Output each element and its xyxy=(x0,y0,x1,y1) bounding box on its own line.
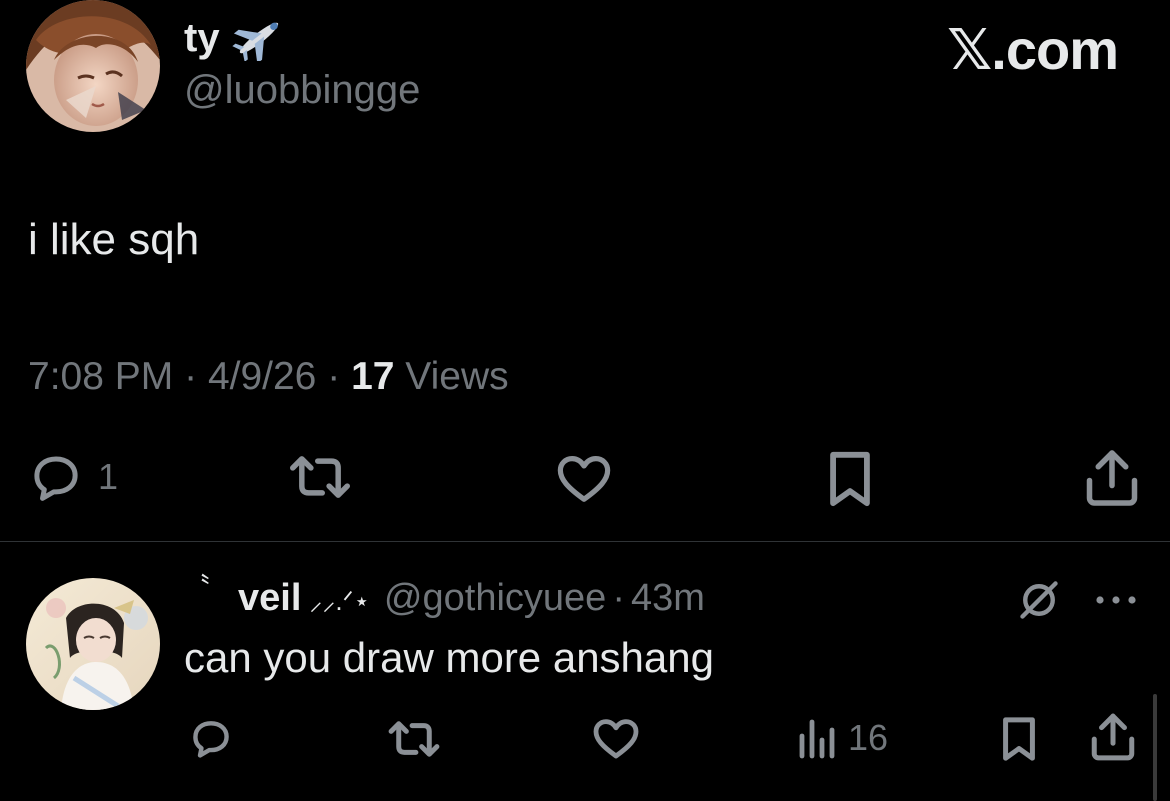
x-brand-logo: 𝕏.com xyxy=(947,18,1119,81)
author-handle[interactable]: @luobbingge xyxy=(184,66,420,114)
tweet-date[interactable]: 4/9/26 xyxy=(208,355,316,398)
reply-text: can you draw more anshang xyxy=(184,634,714,681)
avatar-illustration xyxy=(26,578,160,710)
reply-name-decoration: ⸝⸝.ᐟ⋆ xyxy=(309,586,370,616)
share-icon xyxy=(1091,713,1135,761)
reply-bookmark-button[interactable] xyxy=(998,716,1040,762)
reply-icon xyxy=(34,456,78,501)
more-dots-icon xyxy=(1096,596,1136,604)
bookmark-icon xyxy=(1003,717,1035,761)
reply-count: 1 xyxy=(98,456,119,497)
grok-icon xyxy=(1020,581,1058,619)
more-options-button[interactable] xyxy=(1094,594,1138,606)
reply-author-name[interactable]: veil xyxy=(238,574,301,622)
tweet-text: i like sqh xyxy=(28,215,200,264)
views-chart-icon xyxy=(799,719,835,759)
meta-separator: · xyxy=(327,355,341,398)
divider xyxy=(0,541,1170,542)
reply-button[interactable]: 1 xyxy=(26,450,118,504)
scrollbar[interactable] xyxy=(1153,694,1157,801)
reply-views-button[interactable]: 16 xyxy=(796,716,888,760)
airplane-icon xyxy=(231,22,278,61)
reply-icon xyxy=(193,721,229,758)
bookmark-icon xyxy=(830,451,870,507)
reply-header: 〝 veil ⸝⸝.ᐟ⋆ @gothicyuee · 43m xyxy=(184,572,705,625)
avatar-illustration xyxy=(26,0,160,132)
meta-separator: · xyxy=(184,355,198,398)
heart-icon xyxy=(557,456,611,502)
author-name-text: ty xyxy=(184,16,220,60)
retweet-icon xyxy=(388,721,440,757)
author-display-name[interactable]: ty xyxy=(184,14,286,62)
reply-author-avatar[interactable] xyxy=(26,578,160,710)
reply-author-handle[interactable]: @gothicyuee xyxy=(384,574,606,622)
author-avatar[interactable] xyxy=(26,0,160,132)
bookmark-button[interactable] xyxy=(824,450,876,508)
tweet-meta: 7:08 PM · 4/9/26 · 17 Views xyxy=(28,352,509,402)
views-count: 17 xyxy=(351,355,395,398)
retweet-icon xyxy=(290,456,350,498)
like-button[interactable] xyxy=(554,452,614,504)
reply-views-count: 16 xyxy=(848,717,889,758)
retweet-button[interactable] xyxy=(286,452,354,502)
reply-reply-button[interactable] xyxy=(186,716,236,760)
reply-like-button[interactable] xyxy=(590,716,642,760)
reply-separator: · xyxy=(612,577,625,619)
share-icon xyxy=(1086,450,1138,506)
reply-share-button[interactable] xyxy=(1090,712,1136,762)
heart-icon xyxy=(593,719,639,759)
reply-prefix-mark: 〝 xyxy=(184,572,211,602)
share-button[interactable] xyxy=(1084,448,1140,508)
reply-time[interactable]: 43m xyxy=(631,574,705,622)
tweet-time[interactable]: 7:08 PM xyxy=(28,355,173,398)
views-label[interactable]: Views xyxy=(405,355,508,398)
grok-button[interactable] xyxy=(1016,578,1062,622)
reply-retweet-button[interactable] xyxy=(386,718,442,760)
